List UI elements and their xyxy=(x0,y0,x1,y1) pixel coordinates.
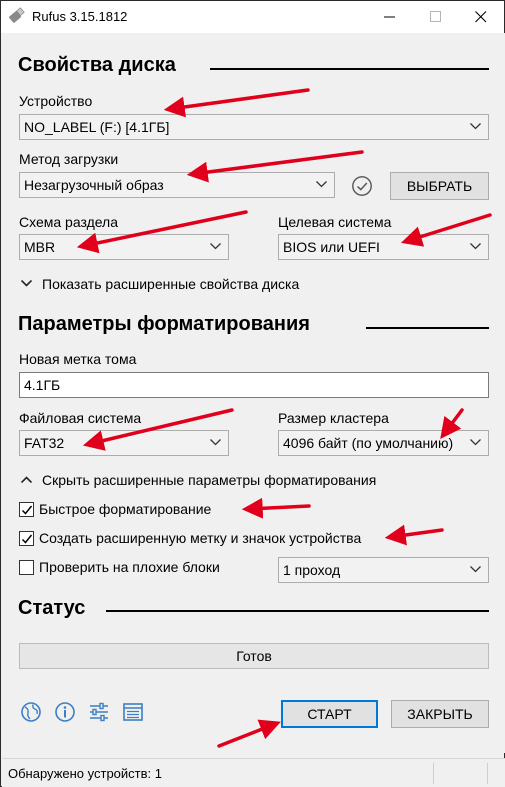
close-icon xyxy=(475,11,487,23)
status-separator xyxy=(487,763,488,784)
cluster-size-label: Размер кластера xyxy=(278,410,389,426)
extended-label-label: Создать расширенную метку и значок устро… xyxy=(39,530,362,546)
section-divider xyxy=(366,327,489,329)
quick-format-label: Быстрое форматирование xyxy=(39,501,212,517)
globe-icon[interactable] xyxy=(20,701,42,723)
partition-scheme-dropdown[interactable]: MBR xyxy=(19,234,229,260)
usb-drive-icon xyxy=(9,7,25,23)
status-separator xyxy=(433,763,434,784)
chevron-down-icon xyxy=(470,566,481,573)
section-divider xyxy=(210,68,489,70)
device-label: Устройство xyxy=(19,93,93,109)
start-button[interactable]: СТАРТ xyxy=(281,700,378,728)
status-heading: Статус xyxy=(18,597,86,619)
chevron-down-icon xyxy=(316,181,327,188)
log-icon[interactable] xyxy=(122,701,144,723)
file-system-label: Файловая система xyxy=(19,410,142,426)
close-window-button[interactable] xyxy=(458,1,504,33)
bad-blocks-label: Проверить на плохие блоки xyxy=(39,559,220,575)
settings-sliders-icon[interactable] xyxy=(88,701,110,723)
target-system-label: Целевая система xyxy=(278,214,392,230)
format-options-heading: Параметры форматирования xyxy=(18,313,310,335)
minimize-icon xyxy=(384,16,395,18)
target-system-dropdown[interactable]: BIOS или UEFI xyxy=(278,234,489,260)
show-advanced-drive-label: Показать расширенные свойства диска xyxy=(42,276,300,292)
info-icon[interactable] xyxy=(54,701,76,723)
device-value: NO_LABEL (F:) [4.1ГБ] xyxy=(24,119,170,135)
boot-selection-value: Незагрузочный образ xyxy=(24,177,164,193)
checkmark-icon xyxy=(21,505,33,515)
maximize-icon xyxy=(430,11,441,22)
device-dropdown[interactable]: NO_LABEL (F:) [4.1ГБ] xyxy=(19,114,489,140)
extended-label-checkbox[interactable] xyxy=(19,531,34,546)
boot-selection-dropdown[interactable]: Незагрузочный образ xyxy=(19,172,335,198)
chevron-down-icon xyxy=(210,439,221,446)
chevron-down-icon xyxy=(470,439,481,446)
chevron-down-icon xyxy=(470,243,481,250)
main-content: Свойства диска Устройство NO_LABEL (F:) … xyxy=(2,33,505,753)
maximize-button[interactable] xyxy=(413,1,459,33)
quick-format-checkbox[interactable] xyxy=(19,502,34,517)
drive-properties-heading: Свойства диска xyxy=(18,54,176,76)
minimize-button[interactable] xyxy=(367,1,413,33)
window-title: Rufus 3.15.1812 xyxy=(32,9,128,24)
section-divider xyxy=(106,610,489,612)
chevron-down-icon xyxy=(470,123,481,130)
boot-selection-label: Метод загрузки xyxy=(19,151,119,167)
checkmark-icon xyxy=(21,534,33,544)
partition-scheme-value: MBR xyxy=(24,239,56,255)
file-system-dropdown[interactable]: FAT32 xyxy=(19,430,229,456)
passes-dropdown[interactable]: 1 проход xyxy=(278,557,489,583)
rufus-window: Rufus 3.15.1812 Свойства диска Устройств… xyxy=(0,0,505,787)
cluster-size-value: 4096 байт (по умолчанию) xyxy=(283,435,454,451)
chevron-down-icon xyxy=(21,280,32,287)
progress-bar: Готов xyxy=(19,643,489,669)
verify-checkmark-icon[interactable] xyxy=(351,175,373,197)
select-image-button[interactable]: ВЫБРАТЬ xyxy=(390,172,489,200)
hide-advanced-format-label: Скрыть расширенные параметры форматирова… xyxy=(42,472,377,488)
device-count-text: Обнаружено устройств: 1 xyxy=(8,766,162,781)
partition-scheme-label: Схема раздела xyxy=(19,214,119,230)
target-system-value: BIOS или UEFI xyxy=(283,239,380,255)
volume-label-value: 4.1ГБ xyxy=(24,377,61,393)
cluster-size-dropdown[interactable]: 4096 байт (по умолчанию) xyxy=(278,430,489,456)
progress-text: Готов xyxy=(236,648,272,664)
chevron-up-icon xyxy=(21,476,32,483)
volume-label-input[interactable]: 4.1ГБ xyxy=(19,372,489,398)
close-button[interactable]: ЗАКРЫТЬ xyxy=(391,700,489,728)
chevron-down-icon xyxy=(210,243,221,250)
file-system-value: FAT32 xyxy=(24,435,65,451)
title-bar: Rufus 3.15.1812 xyxy=(1,1,504,33)
passes-value: 1 проход xyxy=(283,562,341,578)
status-bar: Обнаружено устройств: 1 xyxy=(2,758,505,787)
bad-blocks-checkbox[interactable] xyxy=(19,560,34,575)
volume-label-caption: Новая метка тома xyxy=(19,351,137,367)
